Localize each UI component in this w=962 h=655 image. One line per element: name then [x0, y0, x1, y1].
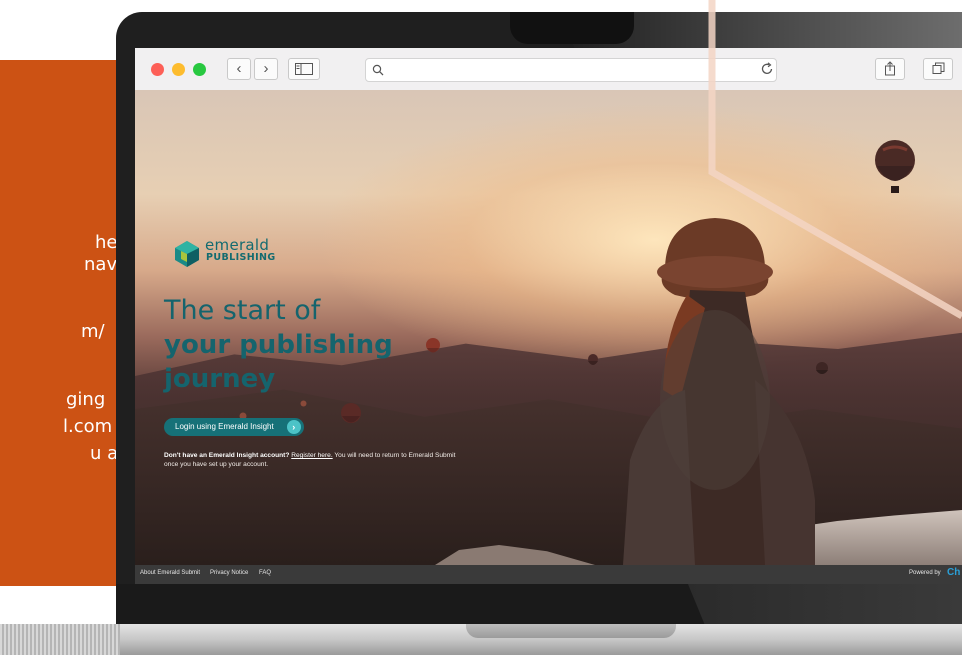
hot-air-balloon-image	[300, 400, 307, 407]
register-note-text-line2: once you have set up your account.	[164, 461, 269, 468]
chevron-right-icon: ›	[286, 420, 301, 434]
headline-line-3: journey	[164, 364, 276, 394]
side-text-line: ging	[66, 389, 106, 410]
back-button[interactable]: ‹	[227, 58, 251, 80]
hot-air-balloon-image	[588, 354, 598, 365]
login-button-label: Login using Emerald Insight	[175, 422, 274, 431]
reload-icon[interactable]	[760, 62, 774, 76]
emerald-logo-icon	[175, 241, 199, 267]
headline-line-2: your publishing	[164, 330, 393, 360]
woman-sitting-image	[623, 218, 815, 565]
share-button[interactable]	[875, 58, 905, 80]
register-note-text: You will need to return to Emerald Submi…	[334, 452, 456, 459]
maximize-window-button[interactable]	[193, 63, 206, 76]
side-text-line: m/	[81, 321, 105, 342]
browser-toolbar: ‹ ›	[135, 48, 962, 91]
share-icon	[885, 61, 895, 76]
tabs-icon	[932, 62, 944, 74]
address-bar[interactable]	[365, 58, 777, 82]
sidebar-icon	[295, 63, 313, 75]
laptop-opening-notch	[466, 624, 676, 638]
footer-link-privacy[interactable]: Privacy Notice	[210, 570, 248, 576]
minimize-window-button[interactable]	[172, 63, 185, 76]
close-window-button[interactable]	[151, 63, 164, 76]
powered-by-label: Powered by	[909, 570, 941, 576]
hot-air-balloon-image	[875, 140, 915, 193]
tabs-button[interactable]	[923, 58, 953, 80]
powered-by-brand: Ch	[947, 567, 961, 578]
camera-notch	[510, 12, 634, 44]
hot-air-balloon-image	[341, 403, 361, 423]
register-prompt: Don't have an Emerald Insight account?	[164, 452, 290, 459]
search-icon	[372, 64, 384, 76]
hero-background: emerald PUBLISHING The start of your pub…	[135, 90, 962, 565]
register-here-link[interactable]: Register here.	[291, 452, 332, 459]
laptop-screen: ‹ › emerald PUBLISHING The start of your…	[135, 48, 962, 584]
headline-line-1: The start of	[164, 295, 321, 326]
side-text-line: l.com	[63, 416, 113, 437]
footer-link-faq[interactable]: FAQ	[259, 570, 271, 576]
chin-reflection	[688, 584, 962, 624]
logo-subtitle: PUBLISHING	[206, 252, 276, 263]
page-footer: About Emerald Submit Privacy Notice FAQ …	[135, 565, 962, 584]
forward-button[interactable]: ›	[254, 58, 278, 80]
login-emerald-insight-button[interactable]: Login using Emerald Insight ›	[164, 418, 304, 436]
laptop-base-edge	[0, 624, 120, 655]
footer-link-about[interactable]: About Emerald Submit	[140, 570, 200, 576]
hot-air-balloon-image	[426, 338, 440, 353]
sidebar-toggle-button[interactable]	[288, 58, 320, 80]
register-note: Don't have an Emerald Insight account? R…	[164, 451, 494, 469]
